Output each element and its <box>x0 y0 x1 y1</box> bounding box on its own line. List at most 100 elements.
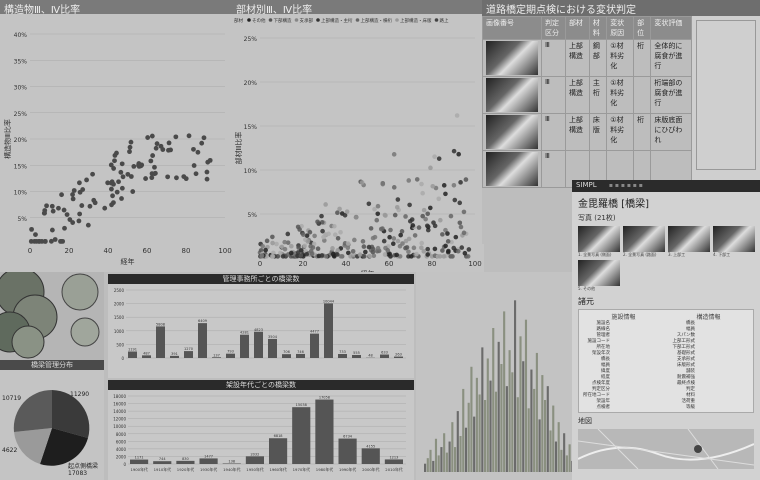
photo-thumb[interactable] <box>578 226 620 252</box>
y-axis-label: 部材Ⅲ比率 <box>234 132 243 165</box>
histogram-bar <box>533 388 536 472</box>
scatter-point <box>87 203 93 209</box>
histogram-bar <box>475 377 478 472</box>
scatter-point <box>375 211 381 217</box>
bar-value-label: 391 <box>171 352 178 356</box>
scatter-point <box>91 197 97 203</box>
table-cell: 床版 <box>588 113 608 151</box>
x-tick-label: 1930年代 <box>200 467 217 472</box>
map-area[interactable] <box>578 429 754 469</box>
histogram-bar <box>541 375 544 472</box>
scatter-point <box>448 213 454 219</box>
photo-thumb[interactable] <box>623 226 665 252</box>
photo-caption: 2. 全景写真 (路面) <box>623 252 657 257</box>
bubble[interactable] <box>61 273 99 311</box>
scatter-point <box>111 181 116 187</box>
scatter-point <box>84 177 89 183</box>
scatter1-title: 構造物Ⅲ、Ⅳ比率 <box>0 0 232 14</box>
bar <box>170 355 179 358</box>
table-header[interactable]: 画像番号 <box>482 16 542 40</box>
photo-thumb[interactable] <box>668 226 710 252</box>
bubble[interactable] <box>70 317 100 347</box>
row-image <box>482 76 542 114</box>
bars1-svg: 2500 2000 1500 1000 500 0 1191 487 5808 391 1270 64… <box>114 288 406 361</box>
scatter-point <box>385 248 391 253</box>
scatter-point <box>410 223 416 228</box>
scatter-point <box>350 248 356 254</box>
scatter-point <box>338 229 343 235</box>
bar <box>268 338 277 358</box>
legend-label: 部材 <box>234 17 243 24</box>
scatter-point <box>453 234 459 240</box>
bar-value-label: 1270 <box>184 347 193 351</box>
scatter-point <box>335 210 340 216</box>
scatter-point <box>454 113 460 118</box>
scatter-point <box>406 249 411 255</box>
y-tick-label: 20% <box>14 137 28 144</box>
bubble[interactable] <box>11 325 45 359</box>
scatter-point <box>312 233 317 239</box>
bar-value-label: 15038 <box>296 403 307 407</box>
scatter-point <box>77 189 83 195</box>
table-header[interactable]: 変状原因 <box>606 16 635 40</box>
histogram-bar <box>459 436 462 472</box>
x-tick-label: 20 <box>299 260 308 268</box>
scatter-point <box>437 254 443 259</box>
scatter-point <box>270 234 275 240</box>
photo-thumb[interactable] <box>713 226 755 252</box>
scatter-point <box>378 226 384 232</box>
histogram-bar <box>494 391 498 472</box>
table-row[interactable]: Ⅲ 上部構造 主桁 ①材料劣化 桁端部の腐食が進行 <box>482 76 692 114</box>
scatter-point <box>199 140 205 146</box>
y-tick-label: 16000 <box>113 402 126 407</box>
bar <box>130 459 149 464</box>
histogram-bar <box>500 364 503 472</box>
photo-caption: 4. 下部工 <box>713 252 731 257</box>
bar-panel-offices: 管理事務所ごとの橋梁数 2500 2000 1500 1000 500 0 1191 487 5… <box>108 274 414 378</box>
table-header[interactable]: 材料 <box>588 16 608 40</box>
histogram-bar <box>563 433 566 472</box>
scatter-point <box>70 192 75 197</box>
table-header[interactable]: 変状評価 <box>650 16 692 40</box>
photo-thumb[interactable] <box>578 260 620 286</box>
scatter-point <box>432 246 438 252</box>
histogram-bar <box>443 433 446 472</box>
scatter-point <box>143 176 148 181</box>
scatter-point <box>148 158 154 164</box>
histogram-bar <box>503 311 506 472</box>
scatter2-svg: 部材 その他 下部構造 支承部 上部構造・主桁 上部構造・横桁 上部構造・床版 路上 25% 20… <box>234 17 482 272</box>
y-tick-label: 10% <box>244 168 258 175</box>
scatter-point <box>118 169 124 175</box>
table-header[interactable]: 判定区分 <box>541 16 566 40</box>
table-row[interactable]: Ⅲ 上部構造 床版 ①材料劣化桁床版底面にひびわれ <box>482 113 692 151</box>
bar-value-label: 263 <box>395 353 402 357</box>
table-header[interactable]: 部材 <box>564 16 590 40</box>
scatter-point <box>361 254 367 259</box>
table-row[interactable]: Ⅲ 上部構造 鋼部 ①材料劣化桁全体的に腐食が進行 <box>482 39 692 77</box>
scatter-point <box>335 248 341 253</box>
photo-label: 写真 (21枚) <box>578 214 616 222</box>
histogram-bar <box>473 416 476 472</box>
bar-value-label: 733 <box>339 350 346 354</box>
table-cell: Ⅲ <box>541 76 566 114</box>
bar <box>380 354 389 358</box>
bars1-title: 管理事務所ごとの橋梁数 <box>108 274 414 284</box>
bridge-name: 金毘羅橋 [橋梁] <box>578 199 649 210</box>
y-tick-label: 500 <box>116 342 124 347</box>
table-header[interactable]: 部位 <box>633 16 652 40</box>
histogram-bar <box>565 455 568 472</box>
row-image <box>482 39 542 77</box>
scatter-point <box>411 245 417 251</box>
scatter-point <box>280 254 286 259</box>
histogram-bar <box>505 386 508 472</box>
x-tick-label: 2000年代 <box>362 467 379 472</box>
histogram-bar <box>489 380 492 472</box>
scatter-point <box>380 181 386 187</box>
scatter-point <box>421 249 427 254</box>
map-pin-icon[interactable] <box>694 445 702 453</box>
scatter-point <box>125 171 131 177</box>
scatter-point <box>181 174 187 179</box>
scatter-point <box>335 252 340 257</box>
legend-label: 支承部 <box>300 17 314 24</box>
scatter-point <box>403 214 408 219</box>
